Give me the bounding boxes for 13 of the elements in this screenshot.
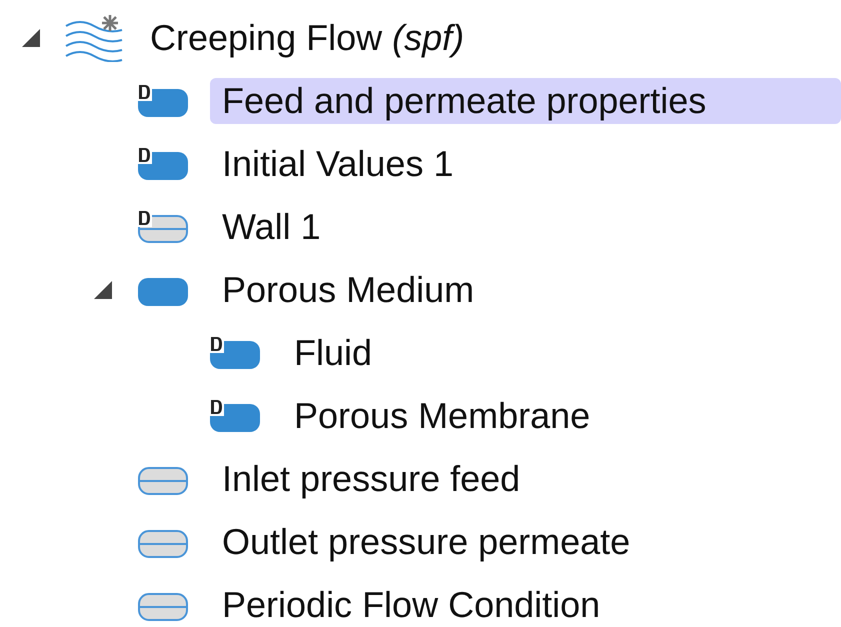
expanded-arrow-icon[interactable] bbox=[93, 280, 113, 300]
tree-item[interactable]: Periodic Flow Condition bbox=[210, 582, 612, 627]
tree-item[interactable]: Outlet pressure permeate bbox=[210, 518, 642, 564]
flow-waves-icon bbox=[64, 14, 124, 62]
expanded-arrow-icon[interactable] bbox=[21, 28, 41, 48]
tree-item[interactable]: Initial Values 1 bbox=[210, 140, 466, 186]
tree-item[interactable]: Wall 1 bbox=[210, 204, 333, 250]
tree-item[interactable]: Porous Medium bbox=[210, 266, 486, 312]
tree-item[interactable]: Inlet pressure feed bbox=[210, 456, 532, 502]
tree-item[interactable]: Fluid bbox=[282, 330, 384, 376]
tree-item[interactable]: Creeping Flow (spf) bbox=[138, 14, 476, 60]
tree-item[interactable]: Feed and permeate properties bbox=[210, 78, 841, 124]
tree-item[interactable]: Porous Membrane bbox=[282, 392, 602, 438]
